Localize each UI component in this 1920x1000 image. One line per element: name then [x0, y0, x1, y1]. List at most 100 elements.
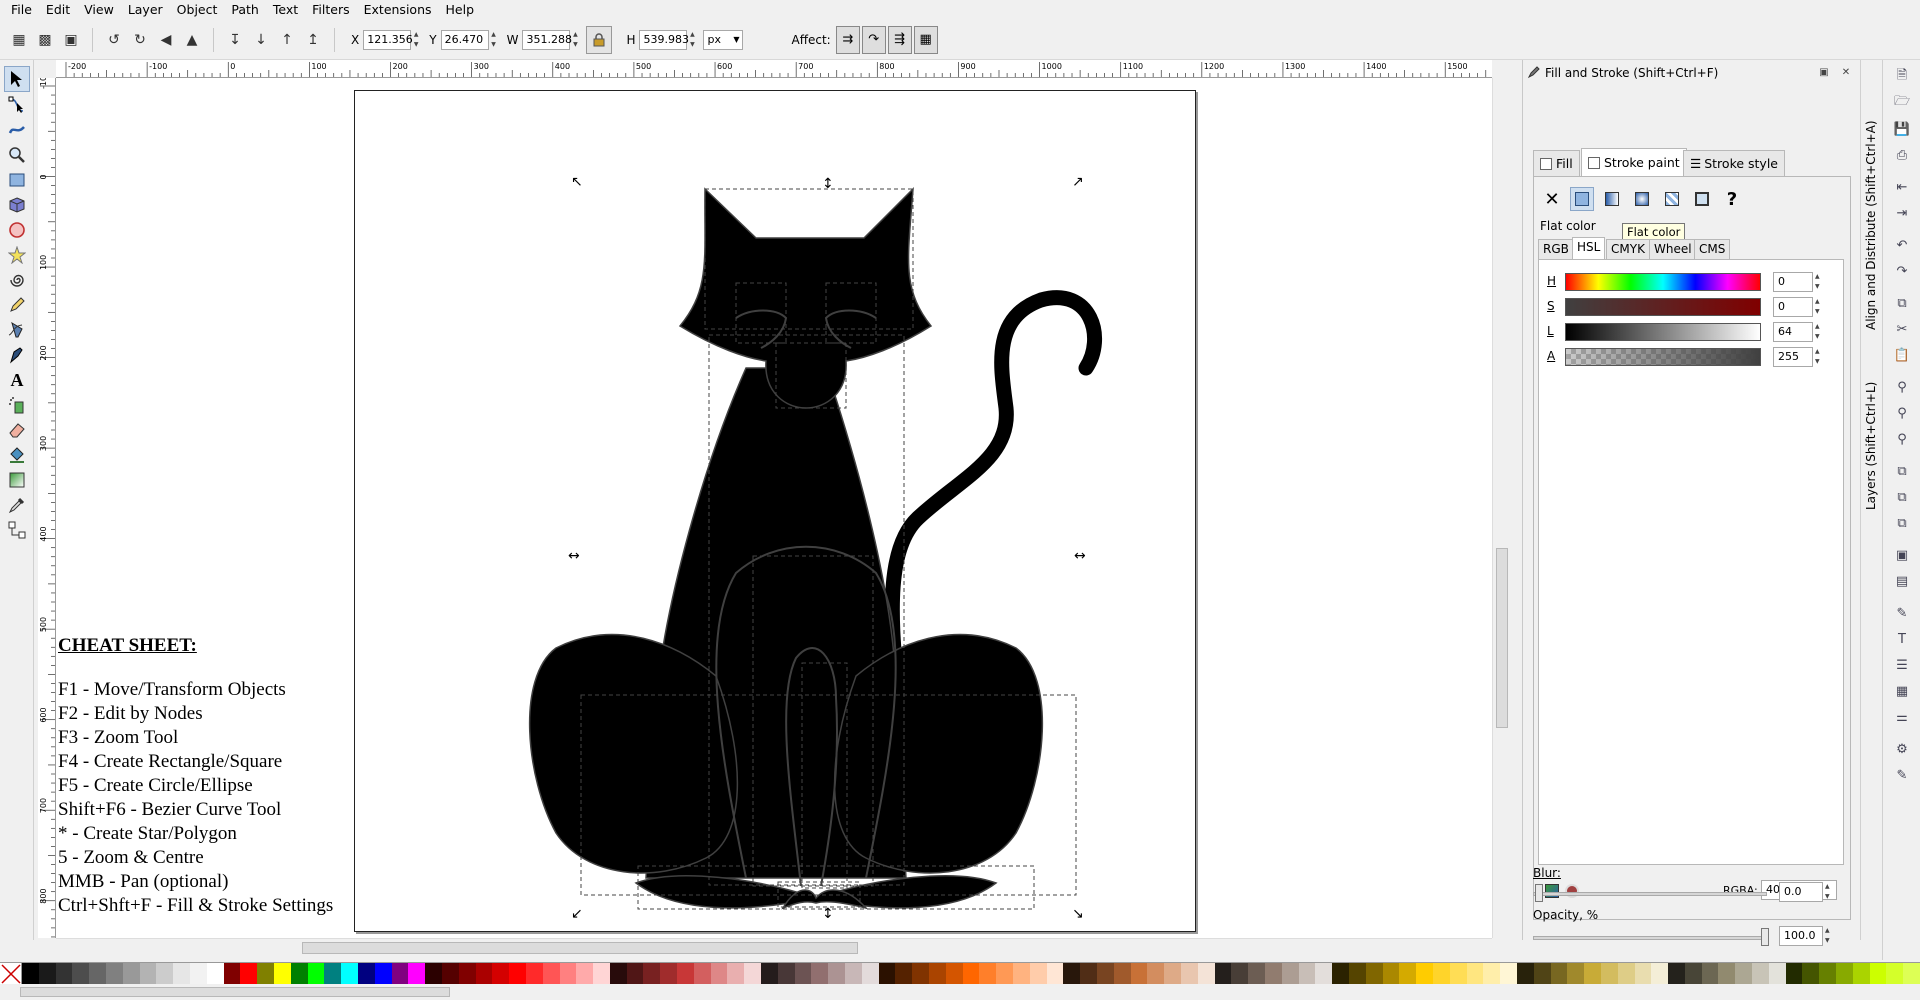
text-tool-icon[interactable]: A — [4, 367, 30, 393]
saturation-spinner[interactable]: ▲ ▼ — [1815, 297, 1825, 317]
redo-icon[interactable]: ↷ — [1893, 262, 1911, 280]
saturation-value[interactable]: 0 — [1773, 297, 1813, 317]
select-all-layers-icon[interactable]: ▩ — [35, 30, 55, 50]
flat-color-icon[interactable] — [1570, 187, 1594, 211]
color-swatch[interactable] — [1197, 963, 1215, 985]
pen-tool-icon[interactable] — [4, 317, 30, 343]
color-swatch[interactable] — [173, 963, 190, 985]
color-swatch[interactable] — [1752, 963, 1769, 985]
tab-layers[interactable]: Layers (Shift+Ctrl+L) — [1864, 340, 1878, 510]
layers-icon[interactable]: ☰ — [1893, 656, 1911, 674]
align-distribute-icon[interactable]: ⚌ — [1893, 708, 1911, 726]
vertical-scrollbar[interactable] — [1492, 78, 1510, 938]
group-icon[interactable]: ▣ — [1893, 546, 1911, 564]
color-swatch[interactable] — [1332, 963, 1349, 985]
tab-cms[interactable]: CMS — [1694, 239, 1731, 259]
color-swatch[interactable] — [609, 963, 627, 985]
color-swatch[interactable] — [525, 963, 543, 985]
color-swatch[interactable] — [290, 963, 308, 985]
color-swatch[interactable] — [1013, 963, 1030, 985]
open-icon[interactable]: 🗁 — [1893, 94, 1911, 112]
radial-gradient-icon[interactable] — [1630, 187, 1654, 211]
undo-icon[interactable]: ↶ — [1893, 236, 1911, 254]
move-patterns-icon[interactable]: ▦ — [913, 25, 938, 54]
blur-slider[interactable] — [1533, 892, 1767, 896]
color-swatch[interactable] — [1785, 963, 1803, 985]
cat-tail[interactable] — [884, 290, 1102, 684]
color-swatch[interactable] — [861, 963, 879, 985]
connector-tool-icon[interactable] — [4, 517, 30, 543]
color-swatch[interactable] — [458, 963, 476, 985]
color-swatch[interactable] — [878, 963, 896, 985]
color-swatch[interactable] — [1080, 963, 1097, 985]
color-swatch[interactable] — [845, 963, 862, 985]
color-swatch[interactable] — [1651, 963, 1669, 985]
color-swatch[interactable] — [1097, 963, 1114, 985]
zoom-drawing-icon[interactable]: ⚲ — [1893, 404, 1911, 422]
flip-vertical-icon[interactable]: ▲ — [182, 30, 202, 50]
color-swatch[interactable] — [189, 963, 207, 985]
color-swatch[interactable] — [240, 963, 258, 985]
canvas[interactable]: ↖ ↗ ↙ ↘ ↕ ↕ ↔ ↔ CHEAT SHEET: F1 - Move/T… — [56, 78, 1492, 938]
color-swatch[interactable] — [509, 963, 526, 985]
color-swatch[interactable] — [1500, 963, 1517, 985]
tab-rgb[interactable]: RGB — [1538, 239, 1574, 259]
color-swatch[interactable] — [1533, 963, 1551, 985]
color-swatch[interactable] — [1836, 963, 1853, 985]
opacity-slider[interactable] — [1533, 936, 1767, 940]
lightness-slider[interactable] — [1565, 323, 1761, 341]
color-swatch[interactable] — [273, 963, 291, 985]
color-swatch[interactable] — [441, 963, 459, 985]
color-swatch[interactable] — [576, 963, 594, 985]
rectangle-tool-icon[interactable] — [4, 167, 30, 193]
raise-icon[interactable]: ↑ — [277, 30, 297, 50]
color-swatch[interactable] — [307, 963, 325, 985]
flip-horizontal-icon[interactable]: ◀ — [156, 30, 176, 50]
color-swatch[interactable] — [979, 963, 997, 985]
document-properties-icon[interactable]: ✎ — [1893, 766, 1911, 784]
color-swatch[interactable] — [1852, 963, 1870, 985]
color-swatch[interactable] — [542, 963, 560, 985]
dropper-tool-icon[interactable] — [4, 492, 30, 518]
color-swatch[interactable] — [1231, 963, 1249, 985]
color-swatch[interactable] — [1903, 963, 1920, 985]
color-swatch[interactable] — [72, 963, 90, 985]
color-swatch[interactable] — [475, 963, 493, 985]
hue-value[interactable]: 0 — [1773, 272, 1813, 292]
node-tool-icon[interactable] — [4, 92, 30, 118]
color-swatch[interactable] — [374, 963, 392, 985]
import-icon[interactable]: ⇤ — [1893, 178, 1911, 196]
color-swatch[interactable] — [626, 963, 644, 985]
color-swatch[interactable] — [677, 963, 694, 985]
tweak-tool-icon[interactable] — [4, 117, 30, 143]
ruler-left[interactable]: -100 0 100 200 300 400 500 600 700 800 — [38, 78, 56, 938]
no-color-swatch[interactable] — [0, 963, 22, 984]
deselect-icon[interactable]: ▣ — [61, 30, 81, 50]
save-icon[interactable]: 💾 — [1893, 120, 1911, 138]
color-swatch[interactable] — [1315, 963, 1333, 985]
color-swatch[interactable] — [1180, 963, 1198, 985]
lightness-value[interactable]: 64 — [1773, 322, 1813, 342]
tab-fill[interactable]: Fill — [1533, 150, 1580, 176]
h-field[interactable]: 539.983 — [639, 29, 689, 50]
opacity-spinner[interactable]: ▲ ▼ — [1825, 926, 1835, 946]
lower-icon[interactable]: ↓ — [251, 30, 271, 50]
linear-gradient-icon[interactable] — [1600, 187, 1624, 211]
cat-left-haunch[interactable] — [528, 633, 739, 874]
color-swatch[interactable] — [391, 963, 409, 985]
color-swatch[interactable] — [1029, 963, 1047, 985]
unlink-clone-icon[interactable]: ⧉ — [1893, 514, 1911, 532]
color-swatch[interactable] — [693, 963, 711, 985]
ellipse-tool-icon[interactable] — [4, 217, 30, 243]
color-swatch[interactable] — [1886, 963, 1904, 985]
menu-extensions[interactable]: Extensions — [357, 0, 439, 20]
rotate-cw-icon[interactable]: ↻ — [130, 30, 150, 50]
spiral-tool-icon[interactable] — [4, 267, 30, 293]
tab-stroke-paint[interactable]: Stroke paint — [1581, 148, 1687, 176]
color-swatch[interactable] — [206, 963, 224, 985]
color-swatch[interactable] — [1768, 963, 1786, 985]
color-swatch[interactable] — [912, 963, 930, 985]
alpha-spinner[interactable]: ▲ ▼ — [1815, 347, 1825, 367]
w-field[interactable]: 351.288 — [522, 29, 572, 50]
menu-help[interactable]: Help — [439, 0, 482, 20]
